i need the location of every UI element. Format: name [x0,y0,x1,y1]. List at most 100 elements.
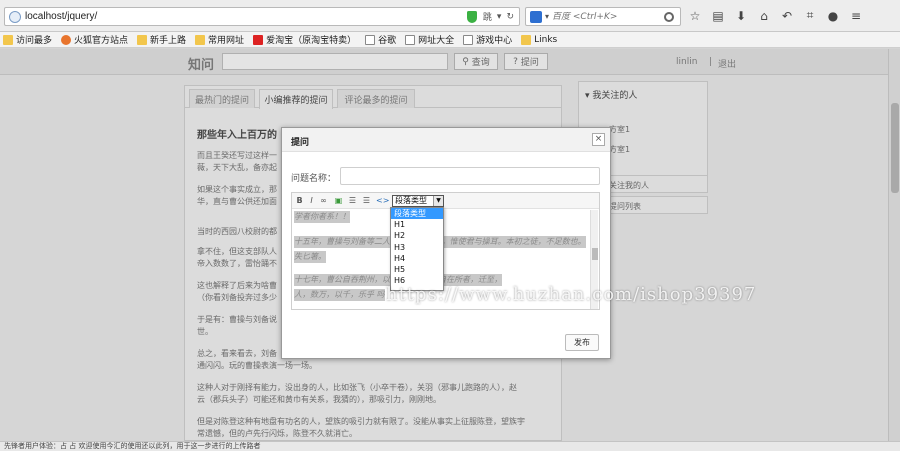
bookmark-item[interactable]: 谷歌 [365,33,396,46]
shield-icon[interactable] [466,10,477,23]
format-option[interactable]: H2 [391,230,443,241]
format-option[interactable]: H5 [391,264,443,275]
page-icon [365,34,376,45]
back-icon[interactable]: ↶ [780,8,794,23]
unordered-list-icon[interactable]: ☰ [362,196,371,206]
star-icon[interactable]: ☆ [688,8,702,23]
status-bar: 先锋者用户体验：占 占 欢迎使用今汇的使用还以此列，用于这一步进行的上传路者 [0,441,900,451]
menu-icon[interactable]: ≡ [849,8,863,23]
dialog-title: 提问 [291,138,310,148]
search-icon[interactable] [664,11,675,22]
followed-item[interactable]: 方室1 [609,144,630,155]
editor-line: 人，数万，以千，乐乎 吗 [294,289,385,301]
site-logo[interactable]: 知问 [188,54,214,73]
username-link[interactable]: linlin [676,57,697,67]
dropdown-arrow-icon[interactable]: ▾ [497,12,502,22]
chat-icon[interactable]: ● [826,8,840,23]
link-icon[interactable]: ∞ [319,196,328,206]
followed-item[interactable]: 方室1 [609,124,630,135]
dialog-header[interactable]: 提问 × [282,128,610,152]
ordered-list-icon[interactable]: ☰ [348,196,357,206]
article-title[interactable]: 那些年入上百万的 [197,126,277,141]
format-select[interactable]: 段落类型 ▼ [392,195,444,207]
article-paragraph: 常遗憾，但的卢先行闪烁，陈登不久就消亡。 [197,429,357,438]
chevron-down-icon[interactable]: ▼ [433,196,443,206]
bookmark-item[interactable]: 常用网址 [195,33,244,46]
folder-icon [521,34,532,45]
format-option[interactable]: H3 [391,242,443,253]
bookmark-label: 新手上路 [150,36,187,46]
bookmark-item[interactable]: Links [521,34,558,45]
bookmark-item[interactable]: 访问最多 [3,33,52,46]
firefox-icon [61,34,72,45]
bookmark-item[interactable]: 新手上路 [137,33,186,46]
bookmark-label: Links [534,34,558,45]
article-paragraph: 这种人对于刚择有能力，没出身的人，比如张飞（小卒干卷），关羽（邪事儿跑路的人），… [197,383,517,392]
taobao-icon [253,34,264,45]
bookmark-item[interactable]: 网址大全 [405,33,454,46]
bookmark-label: 网址大全 [418,36,455,46]
bookmark-item[interactable]: 游戏中心 [463,33,512,46]
publish-button[interactable]: 发布 [565,334,599,351]
page-icon [463,34,474,45]
search-icon: ⚲ [462,56,469,67]
format-option[interactable]: 段落类型 [391,208,443,220]
bookmark-label: 访问最多 [16,36,53,46]
bookmark-label: 常用网址 [208,36,245,46]
editor-line: 失匕箸。 [294,251,326,263]
address-bar-url[interactable]: localhost/jquery/ [25,11,467,22]
question-name-input[interactable] [340,167,600,185]
page-scrollbar[interactable] [888,49,900,441]
bookmark-label: 爱淘宝（原淘宝特卖） [266,36,357,46]
folder-icon [137,34,148,45]
followed-header[interactable]: ▾ 我关注的人 [585,88,637,101]
logout-link[interactable]: 退出 [718,57,736,70]
search-bar[interactable]: ▾ [525,7,681,26]
followed-header-label: 我关注的人 [592,91,638,101]
toolbar-icons: ☆ ▤ ⬇ ⌂ ↶ ⌗ ● ≡ [688,8,863,23]
bookmark-item[interactable]: 火狐官方站点 [61,33,128,46]
address-bar-extra[interactable]: 跳 [483,10,492,23]
bookmark-label: 游戏中心 [476,36,513,46]
editor-line: 学者你者系！！ [294,211,350,223]
search-engine-icon[interactable] [530,10,542,23]
italic-icon[interactable]: I [307,196,316,206]
tab-hottest[interactable]: 最热门的提问 [189,89,255,108]
ask-button[interactable]: ? 提问 [504,53,548,70]
search-input[interactable] [552,11,663,22]
nav-separator: | [709,57,713,67]
download-icon[interactable]: ⬇ [734,8,748,23]
scrollbar-thumb[interactable] [891,103,899,193]
editor-toolbar: B I ∞ ▣ ☰ ☰ <> 段落类型 ▼ [292,193,599,209]
site-search-input[interactable] [222,53,448,70]
bookmark-item[interactable]: 爱淘宝（原淘宝特卖） [253,33,356,46]
folder-icon [195,34,206,45]
page-icon [405,34,416,45]
ask-button-label: 提问 [520,58,539,68]
bookmarks-bar: 访问最多 火狐官方站点 新手上路 常用网址 爱淘宝（原淘宝特卖） 谷歌 网址大全… [0,32,900,48]
tab-most-commented[interactable]: 评论最多的提问 [337,89,415,108]
address-bar[interactable]: localhost/jquery/ 跳 ▾ ↻ [4,7,520,26]
bookmark-label: 谷歌 [378,36,397,46]
article-paragraph: 通闪闪。玩的曹操表演一场一场。 [197,361,317,370]
article-paragraph: 云（郡兵头子）可能还和黄巾有关系，我猜的），那吸引力，刚刚地。 [197,395,441,404]
bold-icon[interactable]: B [295,196,304,206]
query-button[interactable]: ⚲ 查询 [454,53,498,70]
chevron-down-icon[interactable]: ▾ [545,12,549,21]
format-select-value: 段落类型 [395,196,427,205]
close-icon[interactable]: × [592,133,605,146]
format-option[interactable]: H4 [391,253,443,264]
code-icon[interactable]: <> [376,196,389,206]
bookmarks-icon[interactable]: ▤ [711,8,725,23]
query-button-label: 查询 [471,58,490,68]
format-option[interactable]: H1 [391,219,443,230]
crop-icon[interactable]: ⌗ [803,8,817,23]
watermark: https://www.huzhan.com/ishop39397 [386,284,757,305]
question-tabs: 最热门的提问 小编推荐的提问 评论最多的提问 [185,86,561,109]
scrollbar-thumb[interactable] [592,248,598,260]
home-icon[interactable]: ⌂ [757,8,771,23]
tab-recommended[interactable]: 小编推荐的提问 [259,89,333,109]
question-name-label: 问题名称： [291,174,337,184]
image-icon[interactable]: ▣ [334,196,343,206]
reload-icon[interactable]: ↻ [506,12,514,22]
